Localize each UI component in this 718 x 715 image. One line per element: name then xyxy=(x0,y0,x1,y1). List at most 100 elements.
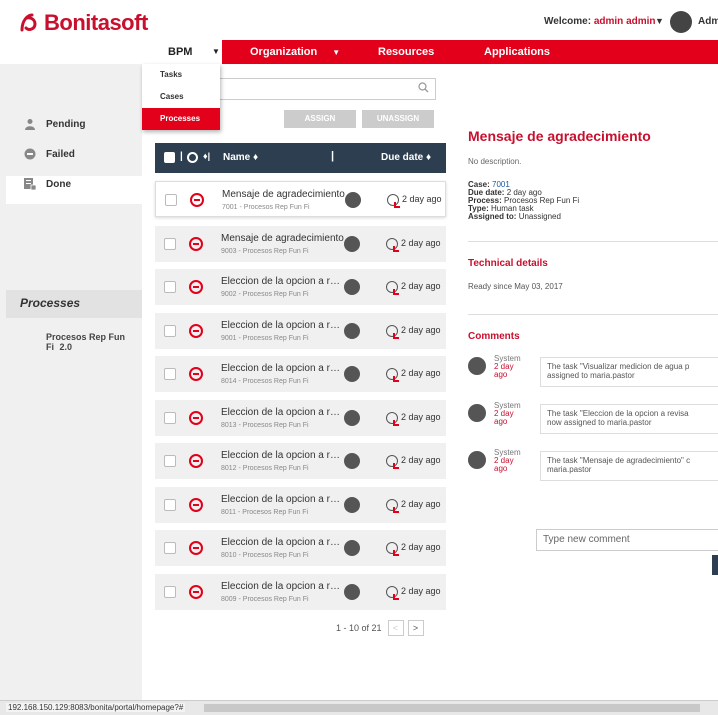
task-case: 9003 - Procesos Rep Fun Fi xyxy=(221,248,309,255)
clock-icon xyxy=(386,281,399,295)
sidebar-item-failed[interactable]: Failed xyxy=(24,148,75,160)
avatar xyxy=(468,404,486,422)
row-checkbox[interactable] xyxy=(164,238,176,250)
chevron-down-icon: ▼ xyxy=(332,48,341,57)
row-checkbox[interactable] xyxy=(164,368,176,380)
avatar xyxy=(344,323,360,339)
sidebar-item-done[interactable]: Done xyxy=(24,178,71,190)
table-row[interactable]: Eleccion de la opcion a revisar 9002 - P… xyxy=(155,269,446,305)
next-page-icon[interactable]: > xyxy=(407,620,424,636)
assign-button[interactable]: ASSIGN xyxy=(284,110,356,128)
detail-description: No description. xyxy=(468,157,522,166)
sidebar: Pending Failed Done Processes Procesos R… xyxy=(0,64,142,700)
task-name[interactable]: Eleccion de la opcion a revisar xyxy=(221,276,345,287)
nav-applications[interactable]: Applications xyxy=(484,40,550,64)
assigned-label: Assigned to: xyxy=(468,212,517,221)
task-case: 8009 - Procesos Rep Fun Fi xyxy=(221,596,309,603)
search-input[interactable] xyxy=(218,78,436,100)
menu-item-processes[interactable]: Processes xyxy=(142,108,220,130)
task-case: 8013 - Procesos Rep Fun Fi xyxy=(221,422,309,429)
column-header-name[interactable]: Name ♦ xyxy=(223,152,258,163)
clock-icon xyxy=(386,542,399,556)
clock-icon xyxy=(386,586,399,600)
comment-time: 2 day ago xyxy=(494,456,514,473)
task-name[interactable]: Mensaje de agradecimiento xyxy=(221,233,345,244)
nav-resources[interactable]: Resources xyxy=(378,40,434,64)
row-checkbox[interactable] xyxy=(164,586,176,598)
person-icon xyxy=(24,118,36,130)
nav-bpm[interactable]: BPM ▼ xyxy=(142,40,222,64)
minus-circle-icon xyxy=(189,367,203,381)
brand-name: Bonitasoft xyxy=(44,10,148,35)
comment-text: The task "Visualizar medicion de agua p … xyxy=(540,357,718,387)
row-checkbox[interactable] xyxy=(164,281,176,293)
row-checkbox[interactable] xyxy=(164,325,176,337)
comment-text: The task "Mensaje de agradecimiento" c m… xyxy=(540,451,718,481)
previous-page-icon[interactable]: < xyxy=(387,620,404,636)
clock-icon xyxy=(386,368,399,382)
divider xyxy=(468,314,718,315)
technical-details-heading: Technical details xyxy=(468,258,548,269)
row-checkbox[interactable] xyxy=(164,542,176,554)
row-checkbox[interactable] xyxy=(165,194,177,206)
search-icon[interactable] xyxy=(418,82,429,96)
nav-organization[interactable]: Organization ▼ xyxy=(250,40,340,64)
column-header-due-date[interactable]: Due date ♦ xyxy=(381,152,431,163)
table-row[interactable]: Mensaje de agradecimiento 7001 - Proceso… xyxy=(155,181,446,217)
user-name[interactable]: admin admin xyxy=(594,16,656,27)
assigned-value: Unassigned xyxy=(518,212,561,221)
minus-circle-icon xyxy=(189,498,203,512)
minus-circle-icon xyxy=(189,280,203,294)
table-row[interactable]: Eleccion de la opcion a revisar 9001 - P… xyxy=(155,313,446,349)
task-name[interactable]: Eleccion de la opcion a revisar xyxy=(221,494,345,505)
clock-icon xyxy=(386,499,399,513)
menu-item-tasks[interactable]: Tasks xyxy=(142,64,220,86)
avatar xyxy=(468,451,486,469)
table-row[interactable]: Eleccion de la opcion a revisar 8013 - P… xyxy=(155,400,446,436)
task-due: 2 day ago xyxy=(401,586,441,596)
task-case: 8011 - Procesos Rep Fun Fi xyxy=(221,509,309,516)
task-due: 2 day ago xyxy=(401,325,441,335)
task-name[interactable]: Mensaje de agradecimiento xyxy=(222,189,346,200)
nav-organization-label: Organization xyxy=(250,46,318,58)
select-all-checkbox[interactable] xyxy=(164,152,175,163)
task-name[interactable]: Eleccion de la opcion a revisar xyxy=(221,537,345,548)
user-menu-caret-icon[interactable]: ▼ xyxy=(655,16,664,26)
avatar xyxy=(344,584,360,600)
clock-icon xyxy=(386,238,399,252)
task-name[interactable]: Eleccion de la opcion a revisar xyxy=(221,450,345,461)
row-checkbox[interactable] xyxy=(164,499,176,511)
row-checkbox[interactable] xyxy=(164,412,176,424)
detail-title: Mensaje de agradecimiento xyxy=(468,128,651,144)
table-row[interactable]: Eleccion de la opcion a revisar 8014 - P… xyxy=(155,356,446,392)
task-case: 9002 - Procesos Rep Fun Fi xyxy=(221,291,309,298)
sort-icon[interactable]: ♦| xyxy=(203,151,210,161)
comment-text: The task "Eleccion de la opcion a revisa… xyxy=(540,404,718,434)
horizontal-scrollbar[interactable] xyxy=(204,704,700,712)
column-separator: | xyxy=(180,151,183,162)
task-name[interactable]: Eleccion de la opcion a revisar xyxy=(221,407,345,418)
browser-status-bar: 192.168.150.129:8083/bonita/portal/homep… xyxy=(0,700,718,715)
sidebar-process-item[interactable]: Procesos Rep Fun Fi 2.0 xyxy=(46,332,126,352)
table-row[interactable]: Mensaje de agradecimiento 9003 - Proceso… xyxy=(155,226,446,262)
task-case: 8012 - Procesos Rep Fun Fi xyxy=(221,465,309,472)
menu-item-cases[interactable]: Cases xyxy=(142,86,220,108)
table-row[interactable]: Eleccion de la opcion a revisar 8011 - P… xyxy=(155,487,446,523)
sidebar-item-pending[interactable]: Pending xyxy=(24,118,85,130)
table-row[interactable]: Eleccion de la opcion a revisar 8010 - P… xyxy=(155,530,446,566)
add-comment-button[interactable] xyxy=(712,555,718,575)
new-comment-input[interactable]: Type new comment xyxy=(536,529,718,551)
task-name[interactable]: Eleccion de la opcion a revisar xyxy=(221,320,345,331)
task-name[interactable]: Eleccion de la opcion a revisar xyxy=(221,581,345,592)
user-avatar[interactable] xyxy=(670,11,692,33)
chevron-down-icon: ▼ xyxy=(212,47,220,56)
row-checkbox[interactable] xyxy=(164,455,176,467)
minus-circle-icon xyxy=(189,324,203,338)
task-name[interactable]: Eleccion de la opcion a revisar xyxy=(221,363,345,374)
table-row[interactable]: Eleccion de la opcion a revisar 8012 - P… xyxy=(155,443,446,479)
admin-link[interactable]: Admi xyxy=(698,16,718,27)
unassign-button[interactable]: UNASSIGN xyxy=(362,110,434,128)
bonitasoft-logo[interactable]: Bonitasoft xyxy=(18,10,148,36)
avatar xyxy=(468,357,486,375)
table-row[interactable]: Eleccion de la opcion a revisar 8009 - P… xyxy=(155,574,446,610)
